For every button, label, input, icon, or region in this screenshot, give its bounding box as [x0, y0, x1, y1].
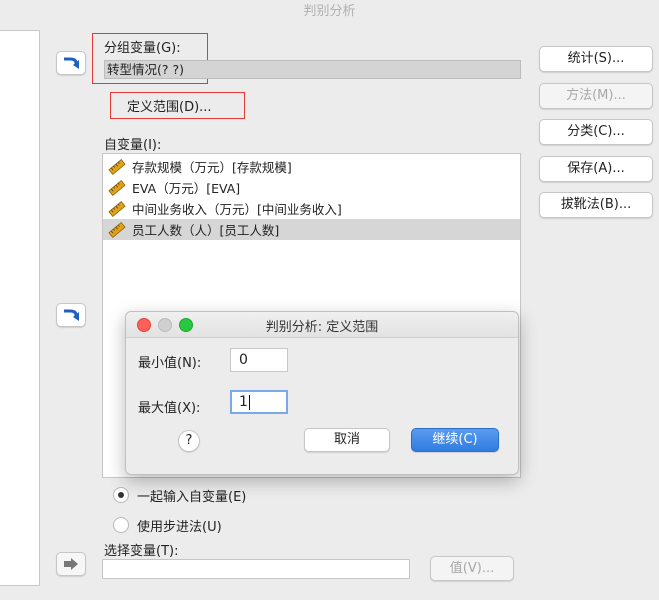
classify-button[interactable]: 分类(C)...: [539, 119, 653, 145]
list-item-label: 中间业务收入（万元）[中间业务收入]: [132, 202, 342, 217]
selection-variable-field[interactable]: [102, 559, 410, 579]
minimum-label: 最小值(N):: [138, 356, 202, 371]
minimum-input[interactable]: 0: [230, 348, 288, 372]
source-variable-list[interactable]: [0, 30, 40, 586]
grouping-variable-label: 分组变量(G):: [104, 41, 181, 56]
cancel-button[interactable]: 取消: [304, 428, 390, 452]
dialog-title: 判别分析: 定义范围: [265, 320, 379, 335]
value-button[interactable]: 值(V)...: [430, 556, 514, 581]
arrow-right-icon: [64, 558, 78, 570]
list-item[interactable]: 存款规模（万元）[存款规模]: [103, 156, 520, 177]
move-to-grouping-button[interactable]: [56, 51, 86, 75]
radio-selected-dot: [118, 492, 124, 498]
list-item[interactable]: EVA（万元）[EVA]: [103, 177, 520, 198]
list-item-label: 员工人数（人）[员工人数]: [132, 223, 280, 238]
help-button[interactable]: ?: [178, 430, 200, 452]
move-to-independent-button[interactable]: [56, 303, 86, 327]
define-range-button[interactable]: 定义范围(D)...: [127, 96, 212, 115]
arrow-right-curved-icon: [64, 309, 79, 321]
save-button[interactable]: 保存(A)...: [539, 156, 653, 182]
define-range-dialog: 判别分析: 定义范围 最小值(N): 0 最大值(X): 1 ? 取消 继续(C…: [125, 311, 519, 475]
arrow-right-curved-icon: [64, 57, 79, 69]
maximum-input[interactable]: 1: [230, 390, 288, 414]
method-button[interactable]: 方法(M)...: [539, 83, 653, 109]
stepwise-radio[interactable]: [113, 517, 129, 533]
window-title: 判别分析: [303, 4, 356, 19]
scale-ruler-icon: [108, 179, 126, 196]
independent-variables-label: 自变量(I):: [104, 138, 162, 153]
maximum-input-value: 1: [239, 394, 248, 410]
statistics-button[interactable]: 统计(S)...: [539, 46, 653, 72]
move-to-selection-button[interactable]: [56, 552, 86, 576]
bootstrap-button[interactable]: 拔靴法(B)...: [539, 192, 653, 218]
scale-ruler-icon: [108, 221, 126, 238]
enter-together-label: 一起输入自变量(E): [137, 490, 247, 505]
list-item-label: EVA（万元）[EVA]: [132, 181, 241, 196]
continue-button[interactable]: 继续(C): [411, 428, 499, 452]
stepwise-label: 使用步进法(U): [137, 520, 222, 535]
scale-ruler-icon: [108, 158, 126, 175]
maximum-label: 最大值(X):: [138, 401, 201, 416]
list-item[interactable]: 中间业务收入（万元）[中间业务收入]: [103, 198, 520, 219]
grouping-variable-field[interactable]: 转型情况(? ?): [104, 60, 521, 79]
text-cursor: [248, 394, 250, 410]
dialog-titlebar: 判别分析: 定义范围: [126, 312, 518, 338]
list-item-selected[interactable]: 员工人数（人）[员工人数]: [103, 219, 520, 240]
list-item-label: 存款规模（万元）[存款规模]: [132, 160, 292, 175]
selection-variable-label: 选择变量(T):: [104, 544, 179, 559]
enter-together-radio[interactable]: [113, 487, 129, 503]
scale-ruler-icon: [108, 200, 126, 217]
